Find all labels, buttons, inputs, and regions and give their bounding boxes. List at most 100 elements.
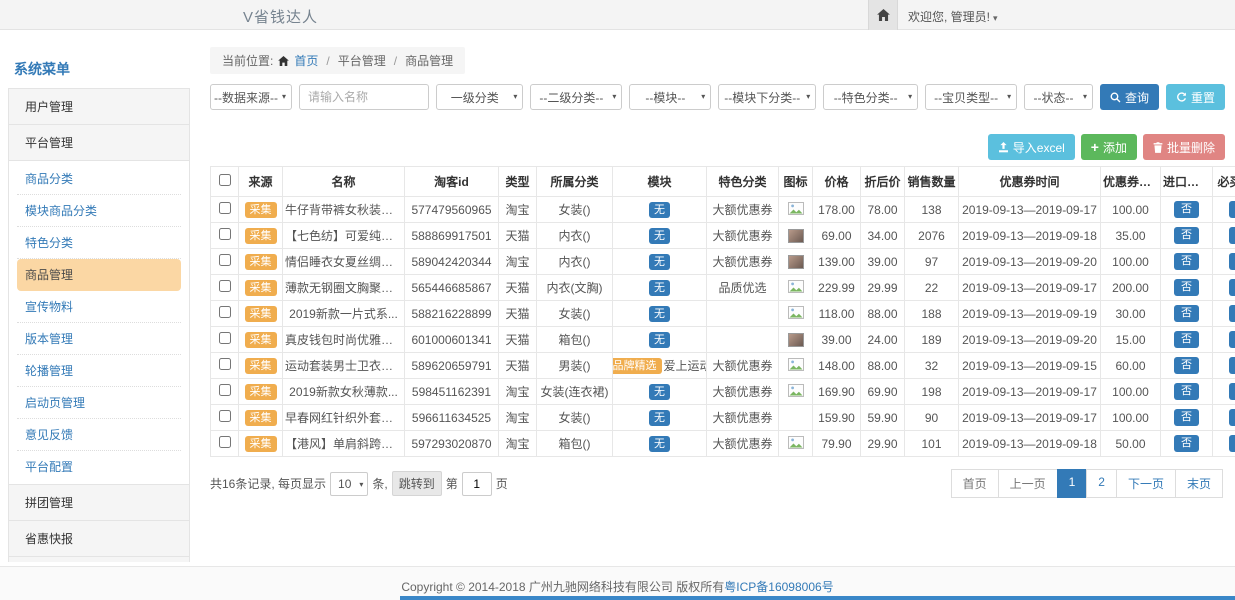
- sidebar-item-启动页管理[interactable]: 启动页管理: [17, 387, 181, 419]
- sidebar-item-商品管理[interactable]: 商品管理: [17, 259, 181, 291]
- import-select-toggle[interactable]: 否: [1174, 253, 1199, 270]
- sidebar-item-轮播管理[interactable]: 轮播管理: [17, 355, 181, 387]
- row-checkbox[interactable]: [219, 228, 231, 240]
- must-buy-toggle[interactable]: 否: [1229, 383, 1235, 400]
- price-cell: 39.00: [813, 327, 861, 353]
- must-buy-cell: 否: [1213, 405, 1235, 431]
- table-row: 采集牛仔背带裤女秋装减龄...577479560965淘宝女装()无大额优惠券1…: [211, 197, 1235, 223]
- user-menu[interactable]: 欢迎您, 管理员!▾: [908, 8, 998, 25]
- col-name: 名称: [283, 167, 405, 197]
- import-select-toggle[interactable]: 否: [1174, 383, 1199, 400]
- row-checkbox[interactable]: [219, 306, 231, 318]
- page-button-下一页[interactable]: 下一页: [1116, 469, 1176, 498]
- must-buy-toggle[interactable]: 否: [1229, 279, 1235, 296]
- module-cell: 无: [615, 332, 704, 348]
- icon-cell: [779, 301, 813, 327]
- module-cell-wrap: 无: [613, 301, 707, 327]
- name-search-input[interactable]: [299, 84, 429, 110]
- import-excel-button[interactable]: 导入excel: [988, 134, 1075, 160]
- sidebar-item-拼团管理[interactable]: 拼团管理: [8, 484, 190, 521]
- home-button[interactable]: [868, 0, 898, 30]
- sidebar-item-意见反馈[interactable]: 意见反馈: [17, 419, 181, 451]
- taoke-id-cell: 577479560965: [405, 197, 499, 223]
- must-buy-toggle[interactable]: 否: [1229, 435, 1235, 452]
- breadcrumb-home-link[interactable]: 首页: [294, 52, 318, 69]
- must-buy-toggle[interactable]: 否: [1229, 201, 1235, 218]
- row-checkbox[interactable]: [219, 280, 231, 292]
- row-checkbox[interactable]: [219, 410, 231, 422]
- import-select-toggle[interactable]: 否: [1174, 279, 1199, 296]
- sidebar-item-模块商品分类[interactable]: 模块商品分类: [17, 195, 181, 227]
- taoke-id-cell: 588869917501: [405, 223, 499, 249]
- page-button-2[interactable]: 2: [1086, 469, 1117, 498]
- sidebar-item-版本管理[interactable]: 版本管理: [17, 323, 181, 355]
- taoke-id-cell: 588216228899: [405, 301, 499, 327]
- filter-select-4[interactable]: --模块下分类--▾: [718, 84, 816, 110]
- name-cell: 牛仔背带裤女秋装减龄...: [283, 197, 405, 223]
- row-checkbox[interactable]: [219, 384, 231, 396]
- category-cell: 女装(): [537, 405, 613, 431]
- filter-select-2[interactable]: --二级分类--▾: [530, 84, 622, 110]
- page-button-首页[interactable]: 首页: [951, 469, 999, 498]
- filter-select-0[interactable]: --数据来源--▾: [210, 84, 292, 110]
- import-select-toggle[interactable]: 否: [1174, 331, 1199, 348]
- must-buy-toggle[interactable]: 否: [1229, 357, 1235, 374]
- type-cell: 淘宝: [499, 379, 537, 405]
- must-buy-toggle[interactable]: 否: [1229, 331, 1235, 348]
- sidebar-item-平台配置[interactable]: 平台配置: [17, 451, 181, 482]
- import-select-toggle[interactable]: 否: [1174, 305, 1199, 322]
- row-select-cell: [211, 327, 239, 353]
- module-cell: 无: [615, 228, 704, 244]
- page-button-上一页[interactable]: 上一页: [998, 469, 1058, 498]
- module-badge: 无: [649, 436, 670, 452]
- row-checkbox[interactable]: [219, 436, 231, 448]
- import-select-toggle[interactable]: 否: [1174, 435, 1199, 452]
- page-button-1[interactable]: 1: [1057, 469, 1088, 498]
- filter-select-value: --宝贝类型--: [934, 89, 998, 106]
- name-cell: 2019新款女秋薄款...: [283, 379, 405, 405]
- icp-link[interactable]: 粤ICP备16098006号: [724, 580, 833, 594]
- filter-select-7[interactable]: --状态--▾: [1024, 84, 1093, 110]
- page-button-末页[interactable]: 末页: [1175, 469, 1223, 498]
- row-select-cell: [211, 223, 239, 249]
- sidebar-item-平台管理[interactable]: 平台管理: [8, 124, 190, 161]
- must-buy-toggle[interactable]: 否: [1229, 305, 1235, 322]
- page-size-select[interactable]: 10 ▾: [330, 472, 368, 496]
- sidebar-item-消息管理[interactable]: 消息管理: [8, 556, 190, 562]
- must-buy-toggle[interactable]: 否: [1229, 227, 1235, 244]
- import-select-toggle[interactable]: 否: [1174, 227, 1199, 244]
- sales-cell: 90: [905, 405, 959, 431]
- row-checkbox[interactable]: [219, 202, 231, 214]
- row-checkbox[interactable]: [219, 332, 231, 344]
- import-select-toggle[interactable]: 否: [1174, 201, 1199, 218]
- import-select-toggle[interactable]: 否: [1174, 357, 1199, 374]
- sidebar-item-宣传物料[interactable]: 宣传物料: [17, 291, 181, 323]
- select-all-checkbox[interactable]: [219, 174, 231, 186]
- must-buy-toggle[interactable]: 否: [1229, 409, 1235, 426]
- sidebar-item-特色分类[interactable]: 特色分类: [17, 227, 181, 259]
- bottom-bar: [400, 596, 1235, 600]
- import-select-toggle[interactable]: 否: [1174, 409, 1199, 426]
- reset-button[interactable]: 重置: [1166, 84, 1225, 110]
- filter-select-3[interactable]: --模块--▾: [629, 84, 711, 110]
- query-button[interactable]: 查询: [1100, 84, 1159, 110]
- import-select-cell: 否: [1161, 431, 1213, 457]
- row-checkbox[interactable]: [219, 358, 231, 370]
- price-cell: 178.00: [813, 197, 861, 223]
- sidebar-item-省惠快报[interactable]: 省惠快报: [8, 520, 190, 557]
- row-select-cell: [211, 353, 239, 379]
- chevron-down-icon: ▾: [701, 92, 705, 101]
- filter-select-1[interactable]: 一级分类▾: [436, 84, 523, 110]
- price-cell: 169.90: [813, 379, 861, 405]
- add-button[interactable]: + 添加: [1081, 134, 1137, 160]
- must-buy-toggle[interactable]: 否: [1229, 253, 1235, 270]
- filter-select-6[interactable]: --宝贝类型--▾: [925, 84, 1017, 110]
- row-checkbox[interactable]: [219, 254, 231, 266]
- batch-delete-button[interactable]: 批量删除: [1143, 134, 1225, 160]
- sidebar-item-商品分类[interactable]: 商品分类: [17, 163, 181, 195]
- sidebar-item-用户管理[interactable]: 用户管理: [8, 88, 190, 125]
- jump-button[interactable]: 跳转到: [392, 471, 442, 496]
- filter-select-5[interactable]: --特色分类--▾: [823, 84, 918, 110]
- chevron-down-icon: ▾: [908, 92, 912, 101]
- jump-page-input[interactable]: [462, 472, 492, 496]
